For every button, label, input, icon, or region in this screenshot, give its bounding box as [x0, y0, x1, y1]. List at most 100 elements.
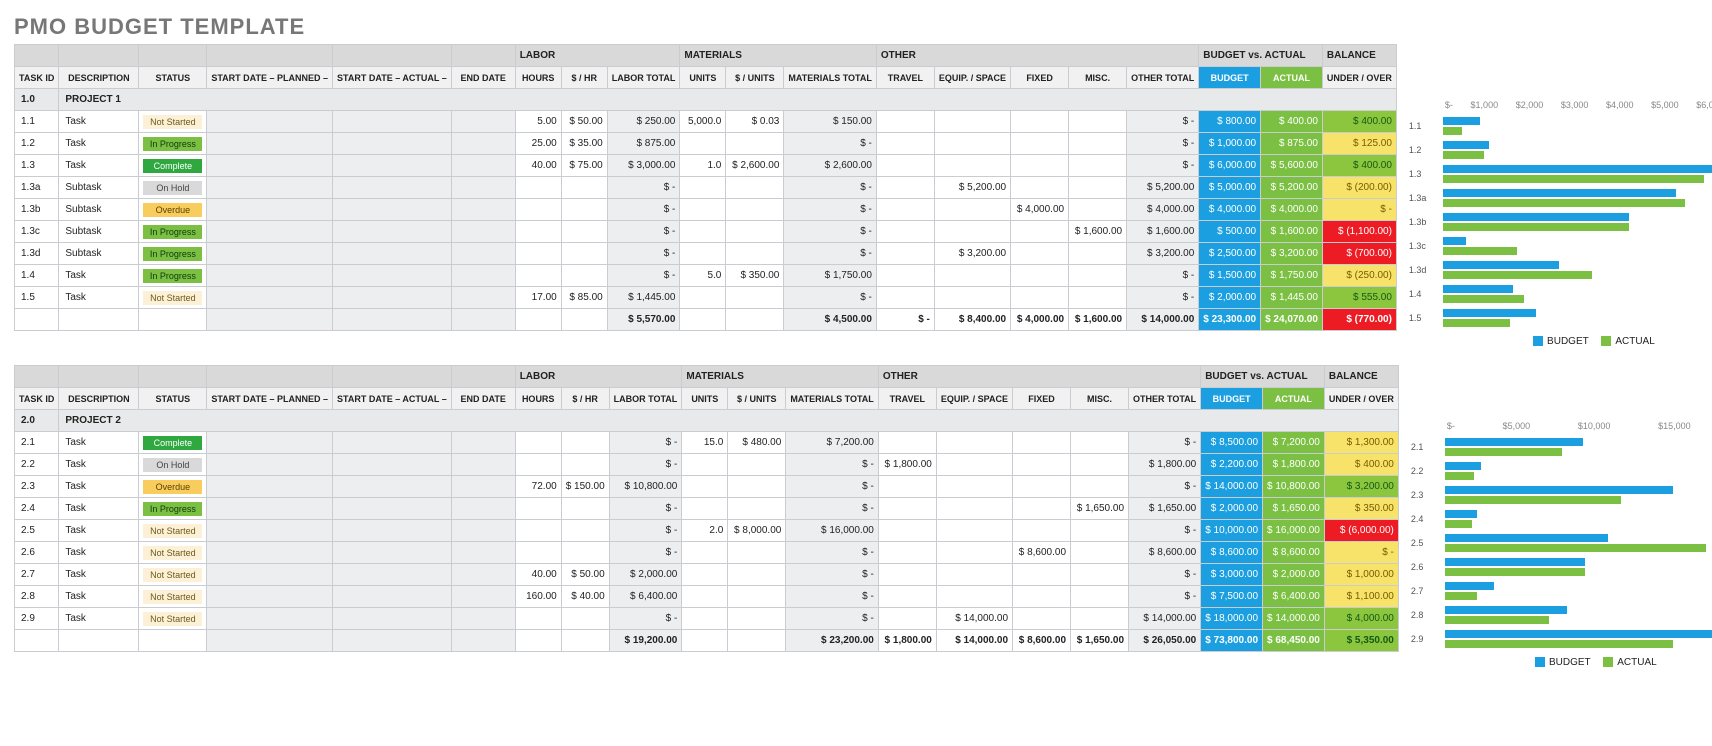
actual-bar — [1445, 568, 1585, 576]
status-badge: Not Started — [143, 568, 202, 582]
budget-bar — [1443, 117, 1480, 125]
actual-bar — [1443, 223, 1629, 231]
chart-row: 1.3c — [1409, 234, 1712, 258]
budget-bar — [1443, 309, 1536, 317]
budget-chart: $-$1,000$2,000$3,000$4,000$5,000$6,000$7… — [1409, 44, 1712, 347]
actual-bar — [1445, 520, 1472, 528]
actual-bar — [1445, 448, 1562, 456]
actual-bar — [1445, 616, 1549, 624]
budget-bar — [1445, 510, 1478, 518]
budget-bar — [1445, 438, 1584, 446]
table-row[interactable]: 1.3b Subtask Overdue $ - $ - $ 4,000.00 … — [15, 199, 1397, 221]
budget-table: LABOR MATERIALS OTHER BUDGET vs. ACTUAL … — [14, 44, 1397, 331]
actual-bar — [1443, 271, 1592, 279]
chart-row: 1.3b — [1409, 210, 1712, 234]
chart-row: 2.8 — [1411, 603, 1712, 627]
budget-table: LABOR MATERIALS OTHER BUDGET vs. ACTUAL … — [14, 365, 1399, 652]
budget-bar — [1443, 261, 1559, 269]
status-badge: In Progress — [143, 269, 202, 283]
table-row[interactable]: 2.6 Task Not Started $ - $ - $ 8,600.00 … — [15, 542, 1399, 564]
table-row[interactable]: 2.9 Task Not Started $ - $ - $ 14,000.00… — [15, 608, 1399, 630]
table-row[interactable]: 1.3c Subtask In Progress $ - $ - $ 1,600… — [15, 221, 1397, 243]
status-badge: Complete — [143, 159, 202, 173]
chart-row: 2.3 — [1411, 483, 1712, 507]
actual-bar — [1443, 295, 1525, 303]
status-badge: Not Started — [143, 291, 202, 305]
budget-bar — [1445, 606, 1567, 614]
chart-row: 2.6 — [1411, 555, 1712, 579]
budget-bar — [1445, 486, 1673, 494]
status-badge: Overdue — [143, 480, 202, 494]
chart-row: 2.5 — [1411, 531, 1712, 555]
chart-row: 1.5 — [1409, 306, 1712, 330]
chart-row: 1.3d — [1409, 258, 1712, 282]
chart-legend: BUDGET ACTUAL — [1411, 657, 1712, 668]
table-row[interactable]: 1.1 Task Not Started 5.00$ 50.00 $ 250.0… — [15, 111, 1397, 133]
status-badge: Overdue — [143, 203, 202, 217]
status-badge: On Hold — [143, 181, 202, 195]
budget-bar — [1443, 237, 1466, 245]
table-row[interactable]: 2.3 Task Overdue 72.00$ 150.00 $ 10,800.… — [15, 476, 1399, 498]
actual-bar — [1445, 640, 1673, 648]
chart-row: 1.2 — [1409, 138, 1712, 162]
table-row[interactable]: 2.2 Task On Hold $ - $ - $ 1,800.00 $ 1,… — [15, 454, 1399, 476]
budget-bar — [1443, 189, 1676, 197]
chart-row: 1.4 — [1409, 282, 1712, 306]
table-row[interactable]: 2.7 Task Not Started 40.00$ 50.00 $ 2,00… — [15, 564, 1399, 586]
status-badge: Not Started — [143, 546, 202, 560]
budget-bar — [1445, 462, 1481, 470]
actual-bar — [1445, 472, 1474, 480]
chart-row: 2.7 — [1411, 579, 1712, 603]
table-row[interactable]: 2.1 Task Complete $ - 15.0$ 480.00 $ 7,2… — [15, 432, 1399, 454]
budget-bar — [1443, 285, 1513, 293]
chart-row: 2.2 — [1411, 459, 1712, 483]
status-badge: In Progress — [143, 502, 202, 516]
actual-bar — [1443, 127, 1462, 135]
actual-bar — [1443, 199, 1685, 207]
actual-bar — [1443, 151, 1484, 159]
budget-bar — [1443, 141, 1490, 149]
budget-chart: $-$5,000$10,000$15,000$20,000 2.1 2.2 2.… — [1411, 365, 1712, 668]
table-row[interactable]: 1.2 Task In Progress 25.00$ 35.00 $ 875.… — [15, 133, 1397, 155]
budget-bar — [1445, 534, 1608, 542]
budget-bar — [1445, 630, 1712, 638]
totals-row: $ 5,570.00 $ 4,500.00 $ -$ 8,400.00$ 4,0… — [15, 309, 1397, 331]
actual-bar — [1443, 319, 1510, 327]
status-badge: Not Started — [143, 590, 202, 604]
budget-bar — [1445, 558, 1585, 566]
table-row[interactable]: 1.4 Task In Progress $ - 5.0$ 350.00 $ 1… — [15, 265, 1397, 287]
status-badge: Not Started — [143, 612, 202, 626]
budget-bar — [1443, 165, 1712, 173]
chart-row: 1.1 — [1409, 114, 1712, 138]
actual-bar — [1443, 175, 1704, 183]
status-badge: Complete — [143, 436, 202, 450]
actual-bar — [1443, 247, 1518, 255]
budget-bar — [1443, 213, 1629, 221]
chart-row: 1.3 — [1409, 162, 1712, 186]
status-badge: In Progress — [143, 225, 202, 239]
project-header-row: 2.0PROJECT 2 — [15, 410, 1399, 432]
chart-row: 2.1 — [1411, 435, 1712, 459]
table-row[interactable]: 2.4 Task In Progress $ - $ - $ 1,650.00 … — [15, 498, 1399, 520]
project-header-row: 1.0PROJECT 1 — [15, 89, 1397, 111]
chart-row: 2.9 — [1411, 627, 1712, 651]
budget-bar — [1445, 582, 1494, 590]
actual-bar — [1445, 496, 1621, 504]
page-title: PMO BUDGET TEMPLATE — [14, 14, 1698, 40]
table-row[interactable]: 2.8 Task Not Started 160.00$ 40.00 $ 6,4… — [15, 586, 1399, 608]
status-badge: On Hold — [143, 458, 202, 472]
chart-row: 2.4 — [1411, 507, 1712, 531]
actual-bar — [1445, 544, 1706, 552]
totals-row: $ 19,200.00 $ 23,200.00 $ 1,800.00$ 14,0… — [15, 630, 1399, 652]
table-row[interactable]: 1.3a Subtask On Hold $ - $ - $ 5,200.00 … — [15, 177, 1397, 199]
table-row[interactable]: 2.5 Task Not Started $ - 2.0$ 8,000.00 $… — [15, 520, 1399, 542]
table-row[interactable]: 1.5 Task Not Started 17.00$ 85.00 $ 1,44… — [15, 287, 1397, 309]
status-badge: In Progress — [143, 137, 202, 151]
chart-legend: BUDGET ACTUAL — [1409, 336, 1712, 347]
table-row[interactable]: 1.3 Task Complete 40.00$ 75.00 $ 3,000.0… — [15, 155, 1397, 177]
table-row[interactable]: 1.3d Subtask In Progress $ - $ - $ 3,200… — [15, 243, 1397, 265]
chart-row: 1.3a — [1409, 186, 1712, 210]
actual-bar — [1445, 592, 1478, 600]
status-badge: In Progress — [143, 247, 202, 261]
status-badge: Not Started — [143, 524, 202, 538]
